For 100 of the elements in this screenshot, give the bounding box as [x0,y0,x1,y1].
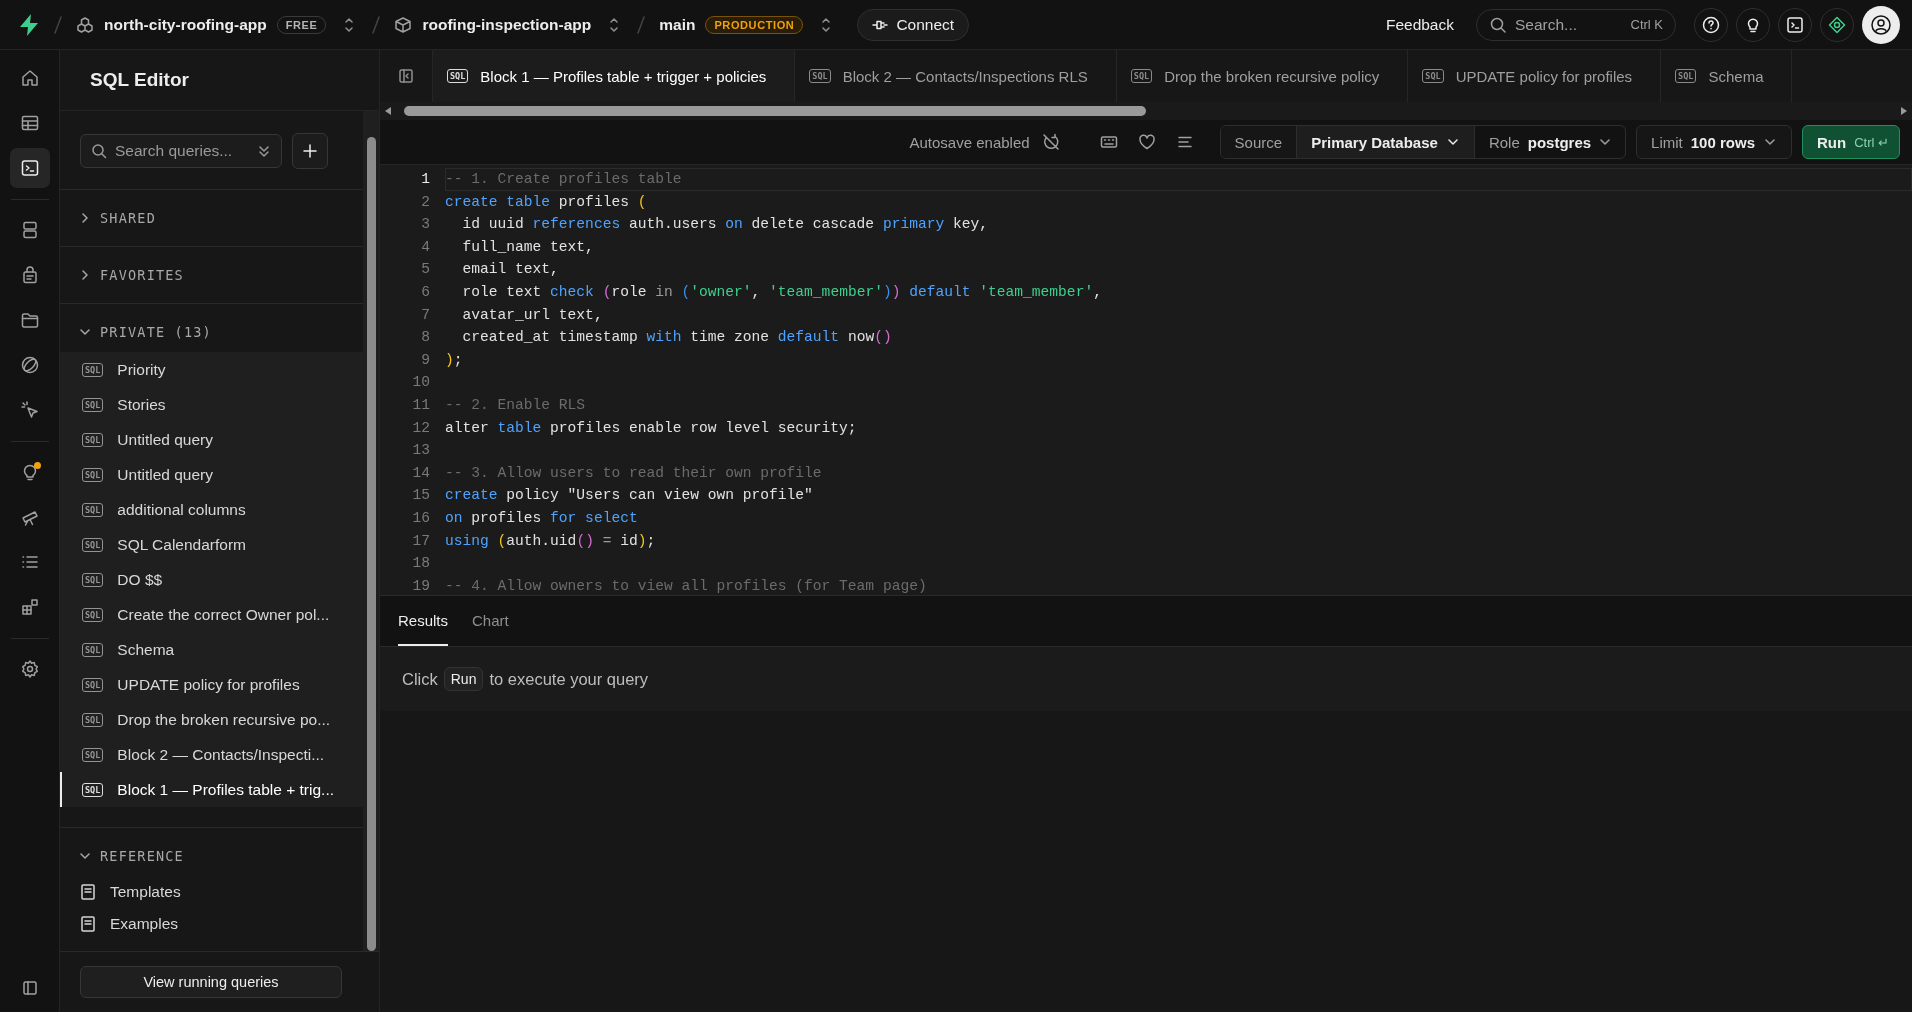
query-item[interactable]: SQL Priority [60,352,363,387]
search-field[interactable]: Search... Ctrl K [1476,8,1676,41]
book-icon [80,915,96,933]
section-header[interactable]: SHARED [60,210,363,226]
table-icon [19,113,40,133]
code-line: id uuid references auth.users on delete cascade primary key, [461,215,989,235]
editor-tab[interactable]: SQL Block 1 — Profiles table + trigger + policies [433,50,796,102]
connect-button[interactable]: Connect [857,8,970,41]
query-item[interactable]: SQL SQL Calendarform [60,527,363,562]
terminal-icon [1786,15,1804,34]
code-line: created_at timestamp with time zone default now() [461,328,893,348]
reference-link[interactable]: Templates [60,876,363,908]
reference-link[interactable]: Examples [60,908,363,940]
home-icon [19,68,40,88]
section-header[interactable]: PRIVATE (13) [60,324,363,340]
sql-file-icon: SQL [82,467,104,482]
code-line: -- 1. Create profiles table [445,168,1912,191]
line-number: 4 [420,237,430,257]
scrollbar[interactable] [363,111,379,951]
terminal-icon [19,158,40,178]
globe-icon [19,355,40,375]
code-line: using (auth.uid() = id); [445,531,657,551]
line-number: 3 [420,215,430,235]
code-line: email text, [461,260,560,280]
hint-text: to execute your query [489,669,649,689]
sql-file-icon: SQL [82,712,104,727]
shortcut-hint: Ctrl K [1630,17,1663,32]
code-line: create table profiles ( [445,192,648,212]
plus-icon [302,143,318,159]
autosave-off-icon[interactable] [1041,133,1060,151]
feedback-button[interactable]: Feedback [1371,8,1468,41]
code-line: -- 3. Allow users to read their own profile [445,463,823,483]
run-button[interactable]: Run Ctrl ↵ [1802,125,1900,159]
blocks-icon [19,597,40,617]
environment-badge: PRODUCTION [705,15,804,34]
cursor-icon [19,400,40,420]
diamond-icon [1828,15,1846,34]
line-number: 8 [420,328,430,348]
query-item[interactable]: SQL Stories [60,387,363,422]
query-item[interactable]: SQL Untitled query [60,422,363,457]
line-number: 10 [411,373,430,393]
avatar-icon [1870,13,1892,36]
sql-file-icon: SQL [82,782,104,797]
code-line: create policy "Users can view own profile" [445,486,814,506]
code-line: -- 4. Allow owners to view all profiles (for Team page) [445,576,928,595]
query-item[interactable]: SQL Untitled query [60,457,363,492]
hint-text: Click [402,669,438,689]
section-header[interactable]: FAVORITES [60,267,363,283]
code-line: ); [445,350,464,370]
line-number: 15 [411,486,430,506]
query-item[interactable]: SQL DO $$ [60,562,363,597]
project-name[interactable]: roofing-inspection-app [422,15,592,34]
run-key-label: Run [443,667,484,691]
view-running-queries-button[interactable]: View running queries [80,966,342,998]
results-tab[interactable]: Chart [472,596,509,646]
line-number: 11 [411,395,430,415]
query-item[interactable]: SQL Block 1 — Profiles table + trig... [60,772,363,807]
query-item[interactable]: SQL Drop the broken recursive po... [60,702,363,737]
help-icon [1702,15,1720,34]
line-number: 1 [420,170,430,189]
search-field[interactable]: Search queries... [80,134,282,168]
line-number: 6 [420,282,430,302]
query-item[interactable]: SQL Schema [60,632,363,667]
section-header[interactable]: REFERENCE [60,848,363,864]
panel-title: SQL Editor [60,50,379,111]
new-query-button[interactable] [292,133,328,169]
line-number: 18 [411,554,430,574]
folder-icon [19,310,40,330]
search-icon [91,143,107,159]
line-number: 7 [420,305,430,325]
separator-icon [635,13,648,36]
sidebar-toggle-icon[interactable] [21,980,38,996]
sidebar-toggle-icon[interactable] [398,68,414,84]
query-item[interactable]: SQL UPDATE policy for profiles [60,667,363,702]
sql-file-icon: SQL [809,69,831,83]
line-number: 13 [411,441,430,461]
logo-icon [18,12,40,37]
autosave-status: Autosave enabled [909,133,1030,151]
scroll-right-icon [1900,106,1908,116]
query-item[interactable]: SQL additional columns [60,492,363,527]
chevrons-down-icon[interactable] [257,144,271,158]
horizontal-scrollbar[interactable] [380,102,1912,120]
sql-file-icon: SQL [82,502,104,517]
code-line: alter table profiles enable row level security; [445,418,858,438]
line-number: 12 [411,418,430,438]
sql-file-icon: SQL [447,69,469,83]
separator-icon [52,13,64,36]
code-line: role text check (role in ('owner', 'team_member')) default 'team_member', [461,282,1103,302]
heart-icon[interactable] [1137,133,1156,151]
keyboard-icon[interactable] [1099,133,1118,151]
separator-icon [370,13,383,36]
sql-file-icon: SQL [1675,69,1697,83]
terminal-nav-button[interactable] [9,148,50,188]
organization-name[interactable]: north-city-roofing-app [104,15,267,34]
query-item[interactable]: SQL Block 2 — Contacts/Inspecti... [60,737,363,772]
branch-name[interactable]: main [659,15,696,34]
limit-selector[interactable]: Limit 100 rows [1636,125,1792,159]
query-item[interactable]: SQL Create the correct Owner pol... [60,597,363,632]
sql-file-icon: SQL [82,677,104,692]
code-line: avatar_url text, [461,305,604,325]
